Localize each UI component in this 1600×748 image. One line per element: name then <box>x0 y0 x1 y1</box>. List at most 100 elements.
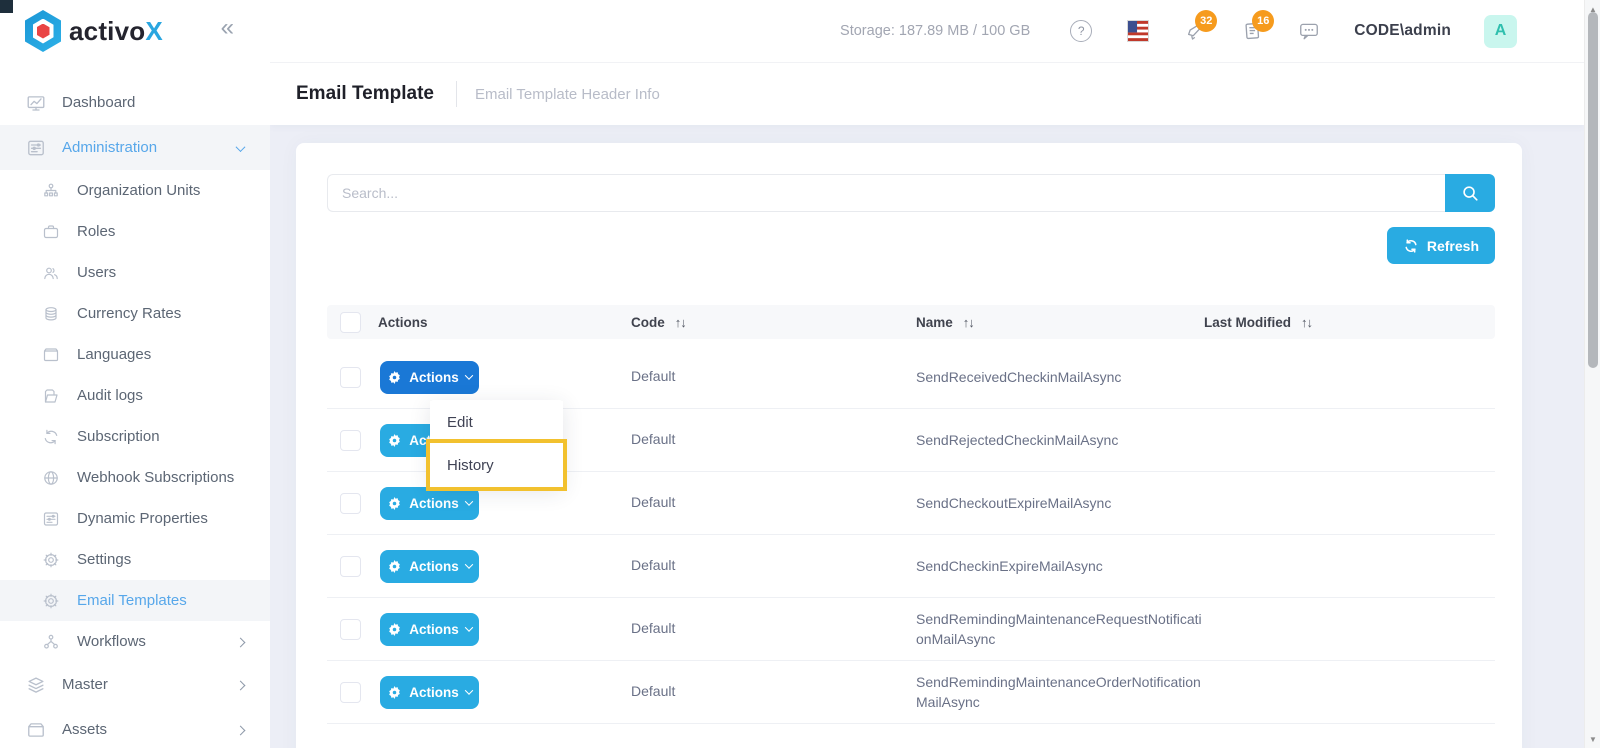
search-input[interactable] <box>327 174 1445 212</box>
table-header-row: Actions Code ↑↓ Name ↑↓ Last Modified ↑↓ <box>327 305 1495 339</box>
code-cell: Default <box>631 494 676 510</box>
notifications-badge: 16 <box>1252 10 1275 32</box>
row-checkbox[interactable] <box>340 555 361 577</box>
avatar[interactable]: A <box>1484 14 1517 48</box>
row-actions-button[interactable]: Actions <box>380 486 479 520</box>
logo-hexagon-icon <box>25 10 61 52</box>
languages-icon <box>42 346 60 364</box>
column-label: Last Modified <box>1204 314 1291 330</box>
sidebar-item-label: Subscription <box>77 428 160 445</box>
column-header-last-modified[interactable]: Last Modified ↑↓ <box>1204 315 1495 330</box>
page-scrollbar[interactable]: ▲ ▼ <box>1584 0 1600 748</box>
sidebar-item-administration[interactable]: Administration <box>0 125 270 170</box>
notifications-icon[interactable]: 16 <box>1240 10 1275 43</box>
row-actions-button[interactable]: Actions <box>380 675 479 709</box>
sidebar-item-email-templates[interactable]: Email Templates <box>0 580 270 621</box>
chat-icon[interactable] <box>1297 19 1321 43</box>
header-checkbox-cell <box>327 311 378 333</box>
sidebar-item-subscription[interactable]: Subscription <box>0 416 270 457</box>
column-header-actions: Actions <box>378 315 631 330</box>
column-header-code[interactable]: Code ↑↓ <box>631 315 916 330</box>
sidebar-item-label: Assets <box>62 721 108 738</box>
dashboard-icon <box>26 93 46 113</box>
chevron-down-icon <box>464 686 473 695</box>
sidebar-item-roles[interactable]: Roles <box>0 211 270 252</box>
sidebar-item-master[interactable]: Master <box>0 662 270 707</box>
chevron-down-icon <box>464 497 473 506</box>
sidebar-item-dashboard[interactable]: Dashboard <box>0 80 270 125</box>
gear-icon <box>389 685 401 699</box>
table-row: Actions Default SendRemindingMaintenance… <box>327 661 1495 724</box>
name-cell: SendCheckinExpireMailAsync <box>916 558 1103 574</box>
code-cell: Default <box>631 620 676 636</box>
actions-dropdown-menu: Edit History <box>430 400 563 488</box>
menu-item-edit[interactable]: Edit <box>430 401 563 443</box>
gear-icon <box>389 496 401 510</box>
refresh-icon <box>1405 238 1417 253</box>
row-actions-button[interactable]: Actions <box>380 360 479 394</box>
row-checkbox[interactable] <box>340 429 361 451</box>
page-subtitle: Email Template Header Info <box>474 85 660 103</box>
row-actions-button[interactable]: Actions <box>380 549 479 583</box>
row-checkbox[interactable] <box>340 681 361 703</box>
subscription-icon <box>42 428 60 446</box>
sidebar-item-currency-rates[interactable]: Currency Rates <box>0 293 270 334</box>
column-label: Actions <box>378 314 428 330</box>
settings-icon <box>42 551 60 569</box>
select-all-checkbox[interactable] <box>340 311 361 333</box>
help-icon[interactable]: ? <box>1069 19 1093 43</box>
sidebar-item-label: Dashboard <box>62 94 136 111</box>
sidebar-item-audit-logs[interactable]: Audit logs <box>0 375 270 416</box>
sidebar-item-settings[interactable]: Settings <box>0 539 270 580</box>
sidebar-item-label: Users <box>77 264 117 281</box>
sidebar-item-assets[interactable]: Assets <box>0 707 270 748</box>
row-checkbox[interactable] <box>340 492 361 514</box>
sidebar-item-languages[interactable]: Languages <box>0 334 270 375</box>
gear-icon <box>389 433 401 447</box>
row-actions-button[interactable]: Actions <box>380 612 479 646</box>
chevron-down-icon <box>464 560 473 569</box>
storage-usage: Storage: 187.89 MB / 100 GB <box>840 23 1031 39</box>
code-cell: Default <box>631 557 676 573</box>
scrollbar-down-arrow[interactable]: ▼ <box>1585 732 1600 746</box>
chevron-down-icon <box>235 139 246 156</box>
sort-icon[interactable]: ↑↓ <box>1301 315 1313 330</box>
sidebar-item-label: Organization Units <box>77 182 201 199</box>
sidebar-item-label: Currency Rates <box>77 305 182 322</box>
assets-icon <box>26 720 46 740</box>
sidebar-header: activoX « <box>0 0 270 80</box>
current-user[interactable]: CODE\admin <box>1354 22 1451 40</box>
scrollbar-thumb[interactable] <box>1587 12 1598 368</box>
search-button[interactable] <box>1445 174 1495 212</box>
row-checkbox[interactable] <box>340 366 361 388</box>
refresh-button[interactable]: Refresh <box>1386 227 1495 264</box>
name-cell: SendCheckoutExpireMailAsync <box>916 495 1112 511</box>
column-header-name[interactable]: Name ↑↓ <box>916 315 1204 330</box>
row-checkbox[interactable] <box>340 618 361 640</box>
roles-icon <box>42 223 60 241</box>
sidebar-item-organization-units[interactable]: Organization Units <box>0 170 270 211</box>
page-header: Email Template Email Template Header Inf… <box>270 63 1584 125</box>
master-icon <box>26 675 46 695</box>
sort-icon[interactable]: ↑↓ <box>963 315 975 330</box>
announcements-icon[interactable]: 32 <box>1183 10 1218 43</box>
sidebar-item-label: Languages <box>77 346 152 363</box>
sidebar-item-users[interactable]: Users <box>0 252 270 293</box>
chevron-right-icon <box>235 676 246 693</box>
search-icon <box>1462 185 1478 201</box>
sidebar-item-workflows[interactable]: Workflows <box>0 621 270 662</box>
language-flag-icon[interactable] <box>1126 19 1150 43</box>
sidebar-item-dynamic-properties[interactable]: Dynamic Properties <box>0 498 270 539</box>
announcements-badge: 32 <box>1195 10 1218 32</box>
row-actions-label: Actions <box>409 495 459 511</box>
menu-item-history[interactable]: History <box>430 443 563 487</box>
sidebar-collapse-icon[interactable]: « <box>221 16 234 40</box>
chevron-down-icon <box>464 623 473 632</box>
sidebar-menu: Dashboard Administration Organization Un… <box>0 80 270 748</box>
sidebar-item-webhook-subscriptions[interactable]: Webhook Subscriptions <box>0 457 270 498</box>
sort-icon[interactable]: ↑↓ <box>675 315 687 330</box>
column-label: Name <box>916 314 953 330</box>
app-logo[interactable]: activoX <box>25 10 163 52</box>
search-bar <box>327 174 1495 212</box>
page-title: Email Template <box>296 83 434 104</box>
